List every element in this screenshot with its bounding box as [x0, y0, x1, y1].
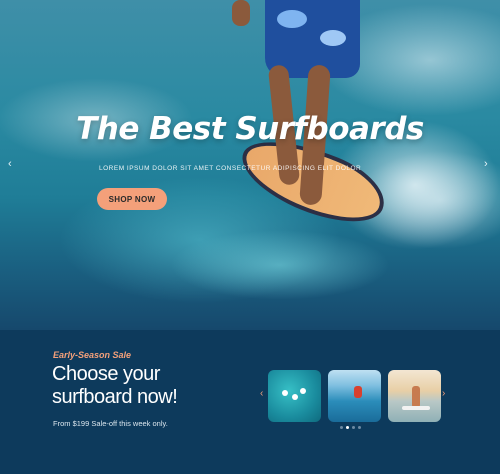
- surfer-arm: [232, 0, 250, 26]
- surfboard-figure: [402, 406, 430, 410]
- sale-heading-line: Choose your: [52, 363, 160, 385]
- chevron-left-icon[interactable]: ‹: [8, 158, 12, 170]
- landing-page: The Best Surfboards LOREM IPSUM DOLOR SI…: [0, 0, 500, 474]
- pager-dot[interactable]: [358, 426, 361, 429]
- chevron-left-icon[interactable]: ‹: [260, 388, 263, 399]
- pager-dot[interactable]: [346, 426, 349, 429]
- surfer-dot: [292, 394, 298, 400]
- pager-dot[interactable]: [352, 426, 355, 429]
- surfer-figure: [354, 386, 362, 398]
- chevron-right-icon[interactable]: ›: [442, 388, 445, 399]
- surfer-figure: [412, 386, 420, 408]
- chevron-right-icon[interactable]: ›: [484, 158, 488, 170]
- thumbnail-wave-rider[interactable]: [328, 370, 381, 422]
- shop-now-button[interactable]: SHOP NOW: [97, 188, 167, 210]
- thumbnail-carousel: [268, 370, 443, 422]
- sale-tag: Early-Season Sale: [53, 350, 132, 360]
- sale-section: Early-Season Sale Choose your surfboard …: [0, 330, 500, 474]
- hero-subtitle: LOREM IPSUM DOLOR SIT AMET CONSECTETUR A…: [99, 165, 362, 172]
- hero-title: The Best Surfboards: [76, 111, 424, 147]
- thumbnail-surfers-aerial[interactable]: [268, 370, 321, 422]
- hero-banner: The Best Surfboards LOREM IPSUM DOLOR SI…: [0, 0, 500, 330]
- thumbnail-beach-surfer[interactable]: [388, 370, 441, 422]
- surfer-dot: [300, 388, 306, 394]
- sale-heading: Choose your surfboard now!: [52, 363, 252, 409]
- pager-dot[interactable]: [340, 426, 343, 429]
- sale-note: From $199 Sale-off this week only.: [53, 419, 168, 428]
- surfer-dot: [282, 390, 288, 396]
- water-spray: [170, 230, 390, 300]
- sale-heading-line: surfboard now!: [52, 386, 178, 408]
- carousel-pager: [340, 426, 361, 429]
